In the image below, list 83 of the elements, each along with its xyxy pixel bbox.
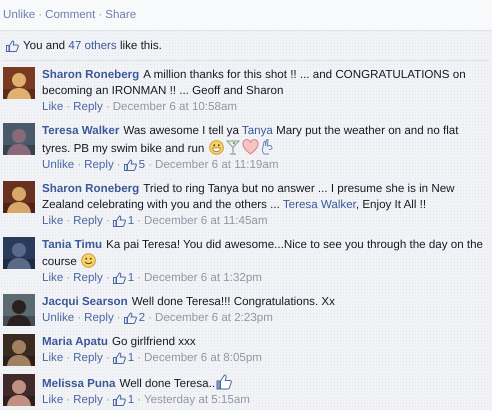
reply-link[interactable]: Reply xyxy=(73,350,103,366)
separator-dot: · xyxy=(116,310,121,326)
separator-dot: · xyxy=(66,213,70,229)
like-link[interactable]: Like xyxy=(42,270,64,286)
separator-dot: · xyxy=(38,8,42,21)
mention-link[interactable]: Teresa Walker xyxy=(282,198,356,211)
author-link[interactable]: Sharon Roneberg xyxy=(42,182,140,195)
comment-text: Sharon Roneberg A million thanks for this shot !! ... and CONGRATULATIONS on becoming an IRONMAN !! ... Geoff and Sharon xyxy=(42,67,467,99)
likes-summary: You and 47 others like this. xyxy=(23,38,162,54)
reply-link[interactable]: Reply xyxy=(73,392,103,408)
separator-dot: · xyxy=(106,350,110,366)
like-count[interactable]: 1 xyxy=(128,350,134,366)
comment-text: Melissa Puna Well done Teresa.. xyxy=(42,374,484,392)
heart-icon xyxy=(242,139,259,155)
like-link[interactable]: Like xyxy=(42,213,64,229)
others-link[interactable]: 47 others xyxy=(68,39,117,52)
like-count[interactable]: 1 xyxy=(128,270,134,286)
comment-text: Teresa Walker Was awesome I tell ya Tanya Mary put the weather on and no flat tyres. PB my swim bike and run xyxy=(42,123,460,157)
mention-link[interactable]: Tanya xyxy=(242,124,273,137)
thumb-up-icon xyxy=(124,159,137,171)
thumb-up-icon xyxy=(216,374,232,390)
like-link[interactable]: Like xyxy=(42,350,64,366)
thumb-up-icon xyxy=(112,352,126,364)
thumb-up-icon xyxy=(112,215,126,227)
thumb-up-icon xyxy=(112,394,126,406)
author-link[interactable]: Teresa Walker xyxy=(42,124,120,137)
separator-dot: · xyxy=(106,270,110,286)
reply-link[interactable]: Reply xyxy=(73,99,103,115)
reply-link[interactable]: Reply xyxy=(73,270,103,286)
reply-link[interactable]: Reply xyxy=(84,310,114,326)
separator-dot: · xyxy=(98,8,102,21)
author-link[interactable]: Melissa Puna xyxy=(42,377,116,390)
like-count[interactable]: 5 xyxy=(138,157,146,173)
like-link[interactable]: Like xyxy=(42,99,64,115)
comment-text: Jacqui Searson Well done Teresa!!! Congratulations. Xx xyxy=(42,294,336,310)
comment-text: Maria Apatu Go girlfriend xxx xyxy=(42,334,197,350)
timestamp: December 6 at 1:32pm xyxy=(144,270,262,286)
timestamp: December 6 at 11:45am xyxy=(144,213,268,229)
like-count[interactable]: 2 xyxy=(138,310,146,326)
grinning-face-icon xyxy=(208,140,224,155)
timestamp: December 6 at 2:23pm xyxy=(154,310,273,326)
separator-dot: · xyxy=(77,310,82,326)
timestamp: Yesterday at 5:15am xyxy=(144,392,250,408)
author-link[interactable]: Tania Timu xyxy=(42,238,102,251)
thumb-up-icon xyxy=(6,40,19,52)
timestamp: December 6 at 11:19am xyxy=(154,157,278,173)
hand-gesture-icon xyxy=(260,139,273,155)
author-link[interactable]: Sharon Roneberg xyxy=(42,68,140,81)
reply-link[interactable]: Reply xyxy=(84,157,114,173)
like-count[interactable]: 1 xyxy=(128,392,134,408)
separator-dot: · xyxy=(137,392,142,408)
separator-dot: · xyxy=(148,157,152,173)
cocktail-glass-icon xyxy=(226,139,240,155)
separator-dot: · xyxy=(77,157,82,173)
separator-dot: · xyxy=(116,157,121,173)
thumb-up-icon xyxy=(112,272,126,284)
like-count[interactable]: 1 xyxy=(128,213,134,229)
like-link[interactable]: Unlike xyxy=(42,157,74,173)
separator-dot: · xyxy=(66,350,70,366)
like-link[interactable]: Like xyxy=(42,392,64,408)
separator-dot: · xyxy=(106,392,110,408)
separator-dot: · xyxy=(66,270,70,286)
post-action-link[interactable]: Comment xyxy=(45,8,96,21)
author-link[interactable]: Maria Apatu xyxy=(42,335,108,348)
separator-dot: · xyxy=(106,99,110,115)
reply-link[interactable]: Reply xyxy=(73,213,103,229)
separator-dot: · xyxy=(137,213,142,229)
author-link[interactable]: Jacqui Searson xyxy=(42,295,128,308)
comment-text: Sharon Roneberg Tried to ring Tanya but no answer ... I presume she is in New Zealand celebrating with you and the others ... Teresa Walker, Enjoy It All !! xyxy=(42,181,456,213)
separator-dot: · xyxy=(137,270,142,286)
smiley-icon xyxy=(81,253,96,268)
separator-dot: · xyxy=(106,213,110,229)
timestamp: December 6 at 8:05pm xyxy=(144,350,262,366)
separator-dot: · xyxy=(148,310,152,326)
post-action-link[interactable]: Unlike xyxy=(3,8,36,21)
thumb-up-icon xyxy=(124,312,137,324)
separator-dot: · xyxy=(66,99,70,115)
timestamp: December 6 at 10:58am xyxy=(112,99,238,115)
comment-text: Tania Timu Ka pai Teresa! You did awesome...Nice to see you through the day on the course xyxy=(42,237,484,270)
like-link[interactable]: Unlike xyxy=(42,310,74,326)
post-action-link[interactable]: Share xyxy=(105,8,136,21)
separator-dot: · xyxy=(137,350,142,366)
separator-dot: · xyxy=(66,392,70,408)
